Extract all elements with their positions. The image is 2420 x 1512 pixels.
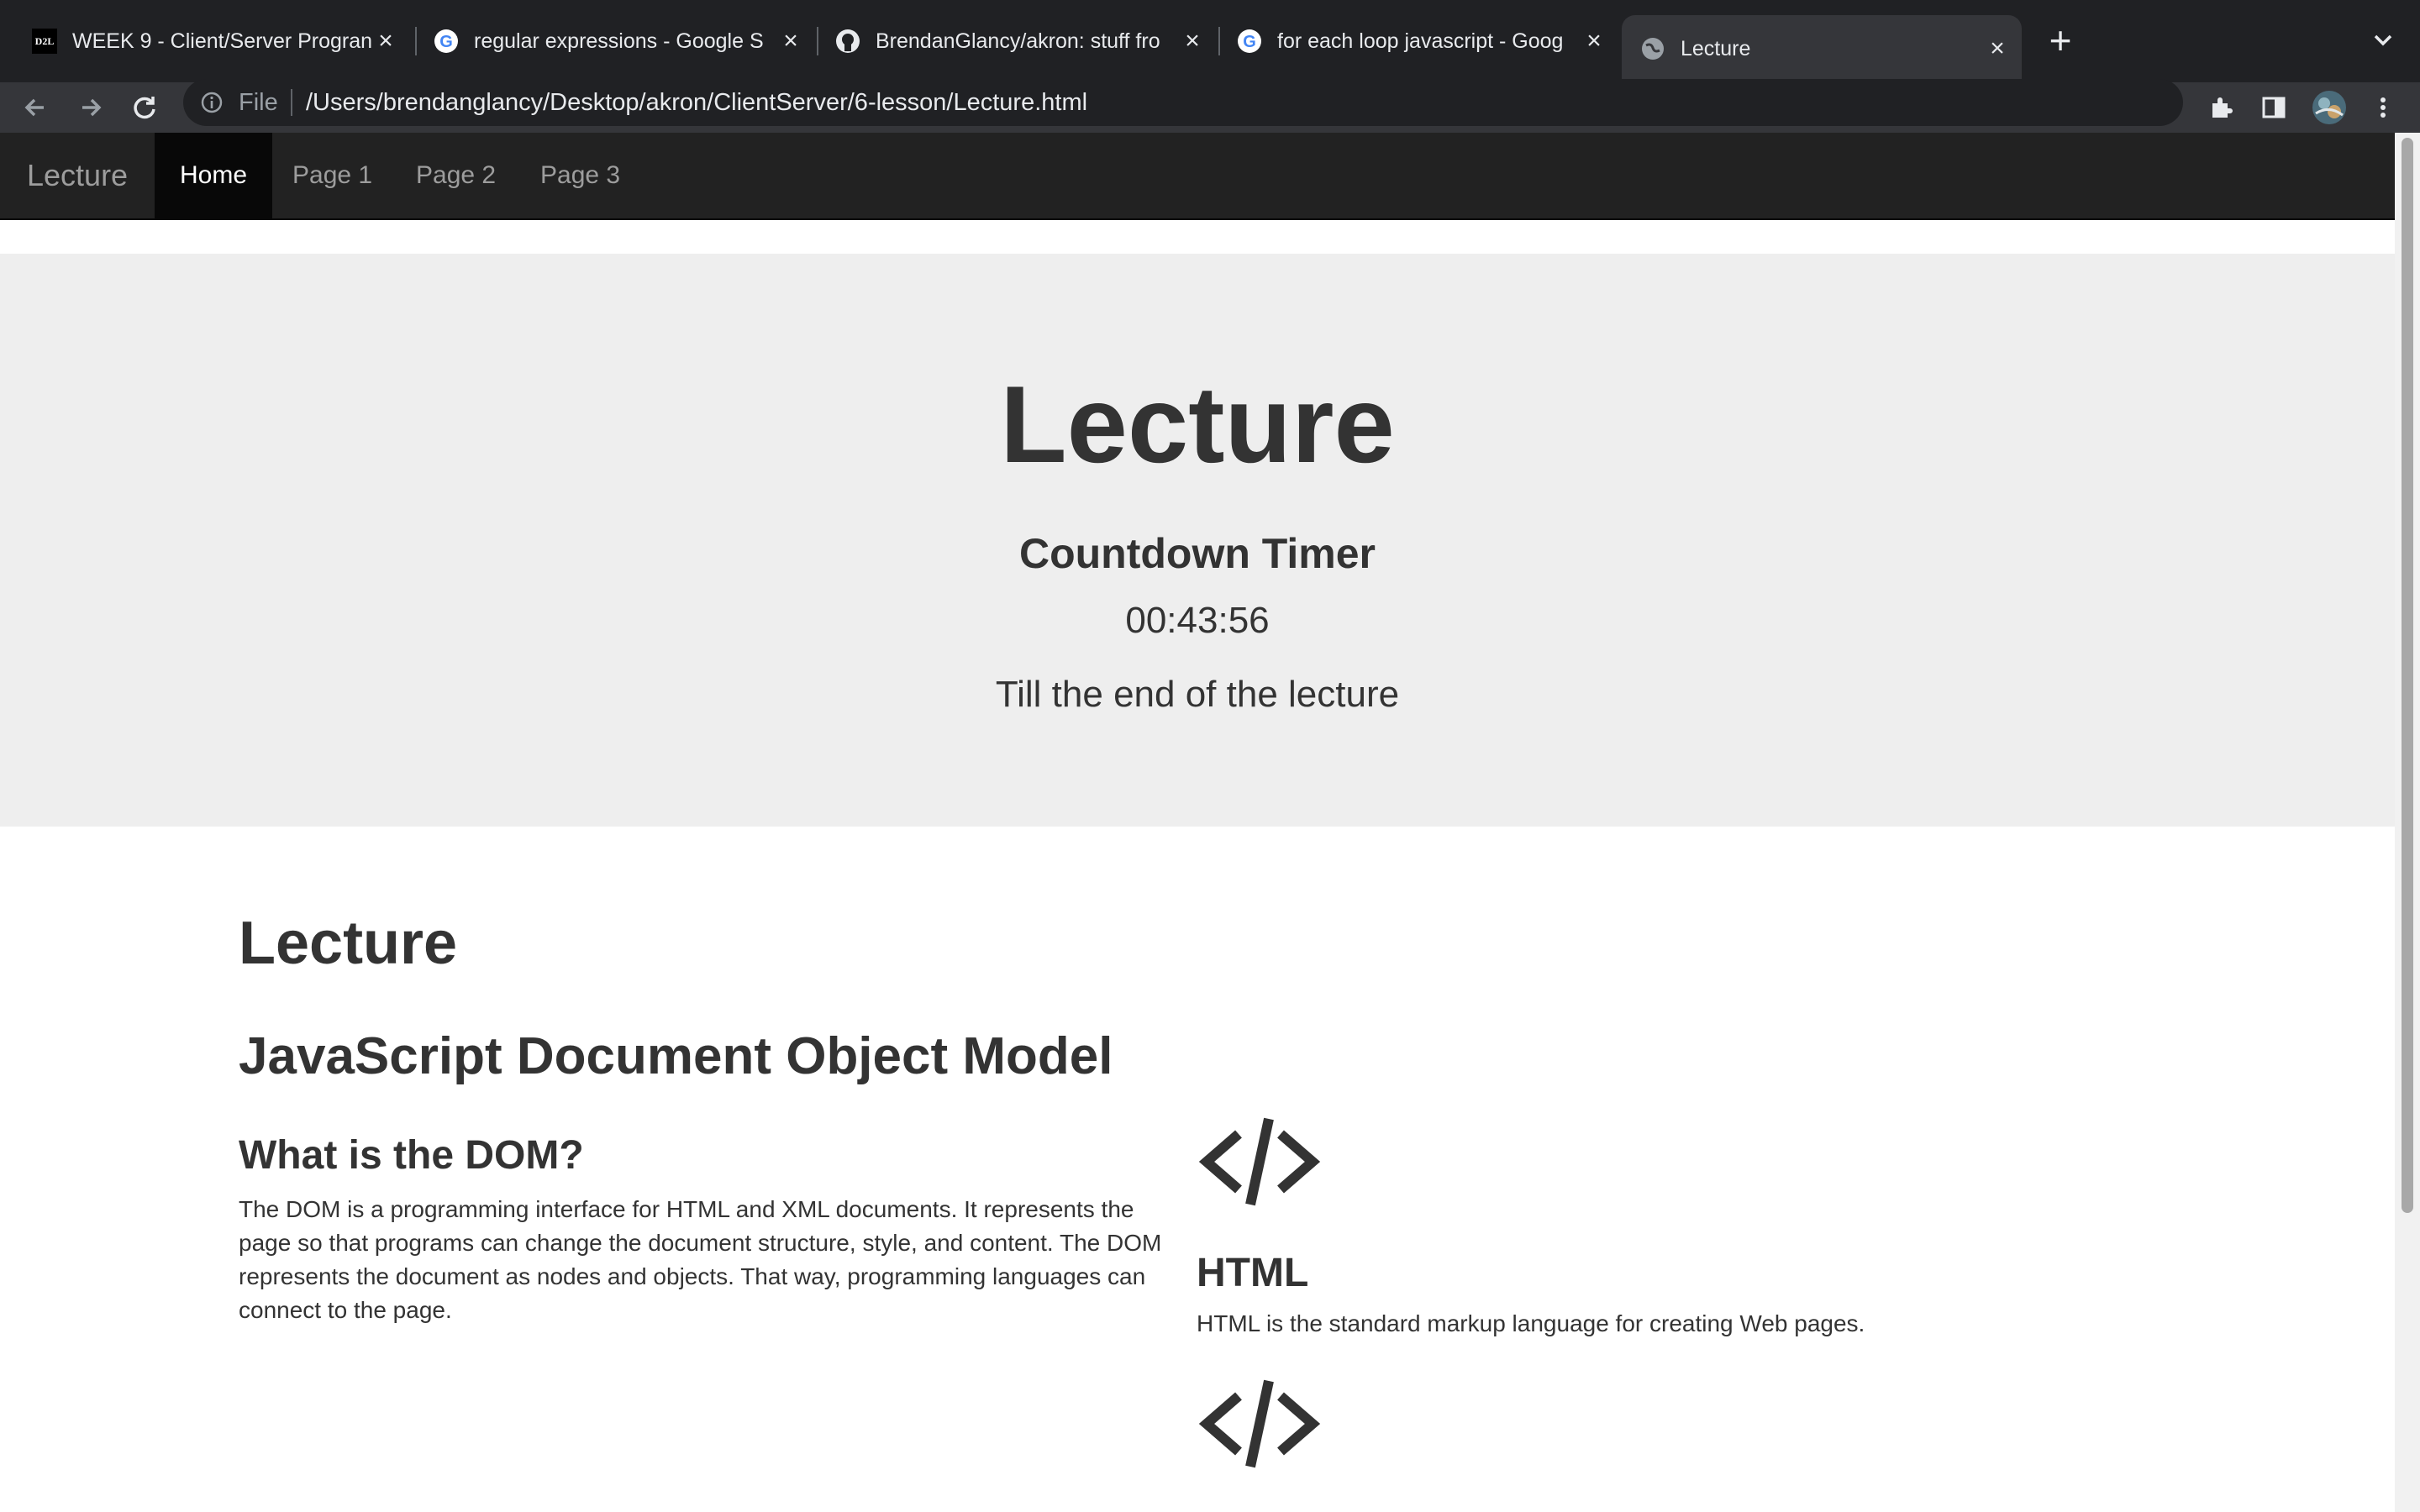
code-icon xyxy=(1198,1379,1321,1468)
address-bar[interactable]: File /Users/brendanglancy/Desktop/akron/… xyxy=(183,79,2183,126)
card-text-html: HTML is the standard markup language for… xyxy=(1197,1310,1865,1336)
browser-tab-github[interactable]: BrendanGlancy/akron: stuff fro × xyxy=(822,15,1217,67)
nav-item-page-3[interactable]: Page 3 xyxy=(515,133,645,218)
chevron-down-icon[interactable] xyxy=(2368,25,2398,55)
new-tab-icon[interactable]: + xyxy=(2042,21,2079,60)
close-icon[interactable]: × xyxy=(778,27,803,55)
section-text: The DOM is a programming interface for H… xyxy=(239,1196,1162,1323)
back-icon[interactable] xyxy=(17,89,54,126)
globe-icon xyxy=(1640,36,1665,61)
navbar-brand[interactable]: Lecture xyxy=(27,158,128,193)
google-icon: G xyxy=(1237,29,1262,54)
browser-tab-week9[interactable]: D2L WEEK 9 - Client/Server Progran × xyxy=(0,15,410,67)
svg-text:G: G xyxy=(439,33,453,51)
tab-divider xyxy=(415,27,417,55)
close-icon[interactable]: × xyxy=(1180,27,1205,55)
card-title-html: HTML xyxy=(1197,1251,1309,1295)
browser-tab-lecture[interactable]: Lecture × xyxy=(1622,15,2022,82)
tab-strip: D2L WEEK 9 - Client/Server Progran × G r… xyxy=(0,0,2420,82)
tab-title: regular expressions - Google S xyxy=(474,29,764,53)
url-divider xyxy=(291,89,292,116)
d2l-icon: D2L xyxy=(32,29,57,54)
side-panel-icon[interactable] xyxy=(2255,89,2292,126)
close-icon[interactable]: × xyxy=(373,27,398,55)
github-icon xyxy=(835,29,860,54)
scrollbar-thumb[interactable] xyxy=(2402,138,2413,1213)
tab-divider xyxy=(1218,27,1220,55)
content-heading: Lecture xyxy=(239,910,458,977)
tab-title: WEEK 9 - Client/Server Progran xyxy=(72,29,373,53)
reload-icon[interactable] xyxy=(126,89,163,126)
browser-tab-regex[interactable]: G regular expressions - Google S × xyxy=(420,15,815,67)
countdown-timer: 00:43:56 xyxy=(1125,600,1270,641)
nav-item-home[interactable]: Home xyxy=(155,133,273,218)
countdown-note: Till the end of the lecture xyxy=(995,674,1400,715)
site-navbar: Lecture Home Page 1 Page 2 Page 3 xyxy=(0,133,2395,220)
countdown-heading: Countdown Timer xyxy=(1018,530,1376,577)
nav-item-page-1[interactable]: Page 1 xyxy=(267,133,397,218)
forward-icon[interactable] xyxy=(72,89,109,126)
code-icon xyxy=(1198,1117,1321,1206)
close-icon[interactable]: × xyxy=(1581,27,1607,55)
kebab-menu-icon[interactable] xyxy=(2365,89,2402,126)
close-icon[interactable]: × xyxy=(1985,34,2010,62)
jumbotron-title: Lecture xyxy=(1000,363,1395,486)
tab-divider xyxy=(817,27,818,55)
extensions-icon[interactable] xyxy=(2203,89,2240,126)
svg-text:G: G xyxy=(1243,33,1256,51)
content-subheading: JavaScript Document Object Model xyxy=(239,1027,1113,1085)
url-text[interactable]: /Users/brendanglancy/Desktop/akron/Clien… xyxy=(306,89,1087,117)
avatar[interactable] xyxy=(2311,89,2348,126)
jumbotron: Lecture Countdown Timer 00:43:56 Till th… xyxy=(0,254,2395,827)
url-scheme: File xyxy=(239,89,278,116)
tab-title: Lecture xyxy=(1681,36,1751,60)
google-icon: G xyxy=(434,29,459,54)
info-icon[interactable] xyxy=(200,91,224,114)
section-title: What is the DOM? xyxy=(239,1133,584,1178)
nav-item-page-2[interactable]: Page 2 xyxy=(391,133,521,218)
page-viewport: Lecture Home Page 1 Page 2 Page 3 Lectur… xyxy=(0,133,2395,1512)
browser-tab-foreach[interactable]: G for each loop javascript - Goog × xyxy=(1223,15,1618,67)
page-scrollbar[interactable] xyxy=(2395,133,2420,1512)
tab-title: for each loop javascript - Goog xyxy=(1277,29,1564,53)
tab-title: BrendanGlancy/akron: stuff fro xyxy=(876,29,1160,53)
